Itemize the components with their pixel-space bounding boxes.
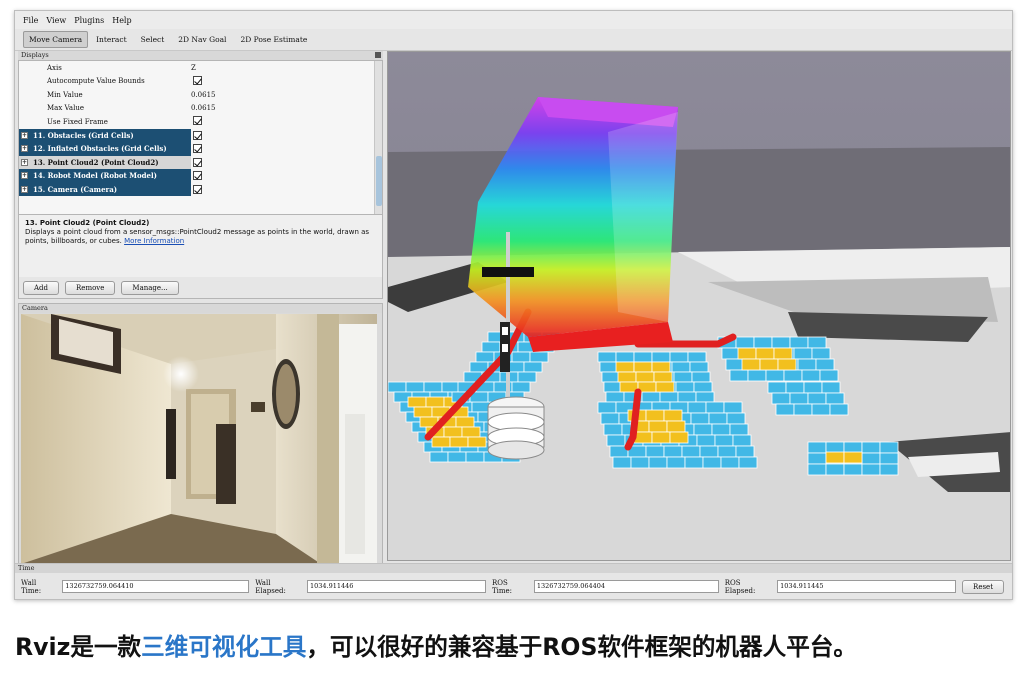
ros-time-field[interactable]: 1326732759.064404 [533, 580, 719, 593]
expand-icon[interactable]: + [21, 145, 28, 152]
caption-highlight: 三维可视化工具 [141, 633, 307, 661]
tool-2d-pose-estimate[interactable]: 2D Pose Estimate [234, 31, 313, 48]
min-value-field[interactable]: 0.0615 [191, 91, 382, 99]
wall-time-field[interactable]: 1326732759.064410 [62, 580, 250, 593]
display-row-point-cloud[interactable]: + 13. Point Cloud2 (Point Cloud2) [19, 155, 382, 169]
close-icon[interactable] [375, 52, 381, 58]
display-row-robot-model[interactable]: + 14. Robot Model (Robot Model) [19, 169, 382, 183]
display-row-max-value[interactable]: Max Value 0.0615 [19, 102, 382, 116]
display-row-min-value[interactable]: Min Value 0.0615 [19, 88, 382, 102]
expand-icon[interactable]: + [21, 158, 28, 166]
displays-panel-title: Displays [18, 51, 383, 60]
tool-2d-nav-goal[interactable]: 2D Nav Goal [172, 31, 232, 48]
axis-value[interactable]: Z [191, 64, 382, 72]
checkbox[interactable] [193, 116, 202, 126]
display-row-inflated-obstacles[interactable]: + 12. Inflated Obstacles (Grid Cells) [19, 142, 382, 156]
left-dock: Displays Axis Z Autocompute Value Bounds… [18, 51, 383, 565]
max-value-field[interactable]: 0.0615 [191, 104, 382, 112]
time-row: Wall Time: 1326732759.064410 Wall Elapse… [15, 573, 1012, 599]
manage-button[interactable]: Manage... [121, 280, 179, 295]
time-panel-title: Time [15, 564, 1012, 573]
caption-post: ，可以很好的兼容基于ROS软件框架的机器人平台。 [306, 633, 857, 661]
displays-tree: Axis Z Autocompute Value Bounds Min Valu… [18, 60, 383, 215]
wall-elapsed-label: Wall Elapsed: [255, 578, 286, 595]
checkbox[interactable] [193, 171, 202, 181]
camera-panel-title: Camera [19, 304, 382, 313]
display-row-fixed-frame[interactable]: Use Fixed Frame [19, 115, 382, 129]
reset-button[interactable]: Reset [962, 579, 1005, 594]
wall-time-label: Wall Time: [21, 578, 42, 595]
camera-panel: Camera [18, 303, 383, 565]
menu-plugins[interactable]: Plugins [74, 16, 104, 25]
checkbox[interactable] [193, 75, 202, 85]
caption-pre: Rviz是一款 [15, 633, 142, 661]
wall-elapsed-field[interactable]: 1034.911446 [306, 580, 486, 593]
camera-image [21, 314, 377, 564]
displays-scrollbar[interactable] [374, 61, 382, 214]
display-row-obstacles[interactable]: + 11. Obstacles (Grid Cells) [19, 128, 382, 142]
checkbox[interactable] [193, 184, 202, 194]
expand-icon[interactable]: + [21, 172, 28, 179]
ros-elapsed-field[interactable]: 1034.911445 [777, 580, 957, 593]
description-title: 13. Point Cloud2 (Point Cloud2) [25, 219, 150, 227]
menu-file[interactable]: File [23, 16, 38, 25]
checkbox[interactable] [193, 144, 202, 154]
expand-icon[interactable]: + [21, 131, 28, 139]
remove-button[interactable]: Remove [65, 280, 116, 295]
time-panel: Time Wall Time: 1326732759.064410 Wall E… [15, 563, 1012, 599]
menu-bar: File View Plugins Help [15, 11, 1012, 29]
checkbox[interactable] [193, 157, 202, 167]
3d-view[interactable] [387, 51, 1011, 561]
add-button[interactable]: Add [23, 280, 60, 295]
rviz-window: File View Plugins Help Move Camera Inter… [14, 10, 1013, 600]
tool-interact[interactable]: Interact [90, 31, 133, 48]
menu-help[interactable]: Help [112, 16, 131, 25]
tool-select[interactable]: Select [135, 31, 171, 48]
caption: Rviz是一款三维可视化工具，可以很好的兼容基于ROS软件框架的机器人平台。 [15, 628, 857, 662]
checkbox[interactable] [193, 130, 202, 140]
display-row-axis[interactable]: Axis Z [19, 61, 382, 75]
more-information-link[interactable]: More Information [124, 237, 184, 245]
display-buttons: Add Remove Manage... [18, 277, 383, 299]
display-row-camera[interactable]: + 15. Camera (Camera) [19, 182, 382, 196]
display-row-autocompute[interactable]: Autocompute Value Bounds [19, 75, 382, 89]
display-description: 13. Point Cloud2 (Point Cloud2) Displays… [18, 215, 383, 277]
description-text: Displays a point cloud from a sensor_msg… [25, 228, 370, 245]
ros-elapsed-label: ROS Elapsed: [724, 578, 756, 595]
tool-bar: Move Camera Interact Select 2D Nav Goal … [15, 29, 1012, 51]
menu-view[interactable]: View [46, 16, 66, 25]
expand-icon[interactable]: + [21, 185, 28, 193]
ros-time-label: ROS Time: [491, 578, 512, 595]
tool-move-camera[interactable]: Move Camera [23, 31, 89, 48]
